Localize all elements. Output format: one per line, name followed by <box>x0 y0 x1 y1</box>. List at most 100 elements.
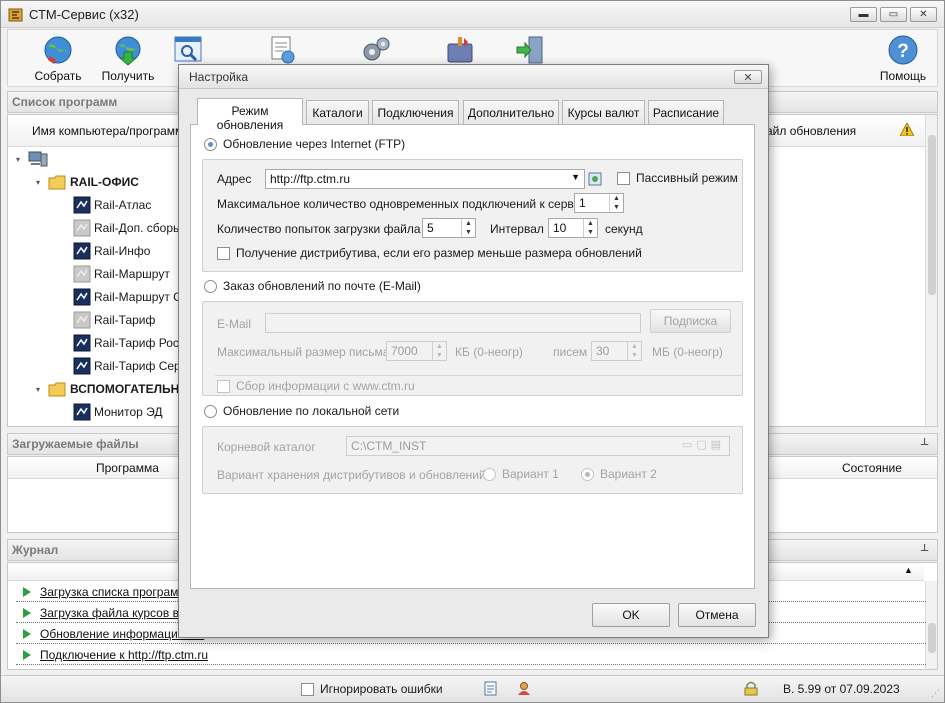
dialog-close-button[interactable]: ✕ <box>734 70 762 84</box>
tree-program[interactable]: Rail-Тариф Росси <box>73 332 192 354</box>
tree-program[interactable]: Rail-Тариф <box>73 309 155 331</box>
address-combo[interactable]: http://ftp.ctm.ru ▼ <box>265 169 585 189</box>
sort-asc-icon[interactable]: ▲ <box>904 565 913 575</box>
tree-program[interactable]: Монитор ЭД <box>73 401 163 423</box>
ignore-errors-check[interactable] <box>301 682 314 696</box>
minimize-button[interactable]: ▬ <box>850 7 877 22</box>
tree-program[interactable]: Rail-Доп. сборы <box>73 217 182 239</box>
variant1-radio[interactable]: Вариант 1 <box>483 467 559 481</box>
letters-count-spin[interactable]: 30 ▲ ▼ <box>591 341 642 361</box>
tab-connections[interactable]: Подключения <box>372 100 459 124</box>
tree-root-node[interactable]: ▾ <box>16 148 48 170</box>
lan-radio[interactable]: Обновление по локальной сети <box>204 404 399 418</box>
email-radio[interactable]: Заказ обновлений по почте (E-Mail) <box>204 279 421 293</box>
receive-button[interactable]: Получить <box>100 34 156 86</box>
max-connections-spin[interactable]: 1 ▲ ▼ <box>574 193 624 213</box>
tree-program[interactable]: Rail-Тариф Серв <box>73 355 187 377</box>
exit-door-icon <box>516 36 543 64</box>
journal-scroll-thumb[interactable] <box>928 623 936 653</box>
interval-spin[interactable]: 10 ▲ ▼ <box>548 218 598 238</box>
programs-scroll-thumb[interactable] <box>928 135 936 295</box>
variant1-radio-button[interactable] <box>483 467 496 481</box>
window-title: СТМ-Сервис (x32) <box>29 7 139 22</box>
ignore-errors-checkbox[interactable]: Игнорировать ошибки <box>301 682 443 696</box>
help-label: Помощь <box>879 69 927 83</box>
folder-browse-icon[interactable]: ▭▢▤ <box>682 438 725 451</box>
attempts-label: Количество попыток загрузки файла <box>217 222 421 236</box>
ftp-radio[interactable]: Обновление через Internet (FTP) <box>204 137 405 151</box>
pin-icon[interactable]: ⊥ <box>920 543 929 554</box>
tree-program[interactable]: Rail-Инфо <box>73 240 150 262</box>
column-computer[interactable]: Имя компьютера/программы/ <box>32 124 195 138</box>
distributive-check[interactable] <box>217 246 230 260</box>
spin-arrows-icon[interactable]: ▲ ▼ <box>627 342 641 360</box>
variant2-label: Вариант 2 <box>600 467 657 481</box>
tab-additional[interactable]: Дополнительно <box>463 100 559 124</box>
journal-row[interactable]: Подключение к http://ftp.ctm.ru <box>16 645 926 665</box>
spin-arrows-icon[interactable]: ▲ ▼ <box>461 219 475 237</box>
address-label: Адрес <box>217 172 252 186</box>
tab-catalogs[interactable]: Каталоги <box>306 100 369 124</box>
collect-info-check[interactable] <box>217 379 230 393</box>
passive-mode-checkbox[interactable]: Пассивный режим <box>617 171 738 185</box>
journal-scrollbar[interactable] <box>925 581 937 669</box>
tab-update-mode[interactable]: Режим обновления <box>197 98 303 132</box>
email-radio-button[interactable] <box>204 279 217 293</box>
tree-program-label: Rail-Доп. сборы <box>94 221 182 235</box>
programs-scrollbar[interactable] <box>925 115 937 426</box>
collapse-arrow-icon[interactable]: ▾ <box>36 385 40 394</box>
maximize-button[interactable]: ▭ <box>880 7 907 22</box>
files-panel-title: Загружаемые файлы <box>12 437 139 451</box>
ftp-radio-button[interactable] <box>204 137 217 151</box>
variant2-radio-button[interactable] <box>581 467 594 481</box>
collapse-arrow-icon[interactable]: ▾ <box>16 155 20 164</box>
help-button[interactable]: ? Помощь <box>878 34 928 86</box>
globe-download-icon <box>115 36 141 66</box>
tree-folder[interactable]: ▾ ВСПОМОГАТЕЛЬНЫ <box>36 378 191 400</box>
subscribe-button[interactable]: Подписка <box>650 309 731 333</box>
program-icon <box>73 288 91 306</box>
collapse-arrow-icon[interactable]: ▾ <box>36 178 40 187</box>
tree-program[interactable]: Rail-Маршрут <box>73 263 170 285</box>
title-bar: СТМ-Сервис (x32) ▬ ▭ ✕ <box>1 1 944 28</box>
cancel-button[interactable]: Отмена <box>678 603 756 627</box>
max-letter-size-value: 7000 <box>391 344 418 358</box>
tree-program[interactable]: Rail-Маршрут Се <box>73 286 188 308</box>
column-update-file[interactable]: айл обновления <box>766 124 856 138</box>
distributive-checkbox[interactable]: Получение дистрибутива, если его размер … <box>217 246 642 260</box>
passive-mode-label: Пассивный режим <box>636 171 738 185</box>
tab-schedule[interactable]: Расписание <box>648 100 724 124</box>
email-label: E-Mail <box>217 317 252 331</box>
max-letter-size-spin[interactable]: 7000 ▲ ▼ <box>386 341 447 361</box>
journal-row-text: Подключение к http://ftp.ctm.ru <box>40 647 209 662</box>
tree-folder-label: RAIL-ОФИС <box>70 175 139 189</box>
user-status-icon[interactable] <box>517 681 532 696</box>
resize-grip-icon[interactable]: ⋰ <box>931 688 940 699</box>
attempts-spin[interactable]: 5 ▲ ▼ <box>422 218 476 238</box>
close-button[interactable]: ✕ <box>910 7 937 22</box>
collect-button[interactable]: Собрать <box>30 34 86 86</box>
email-input[interactable] <box>265 313 641 333</box>
tab-currency-rates[interactable]: Курсы валют <box>562 100 645 124</box>
passive-mode-check[interactable] <box>617 171 630 185</box>
ok-button[interactable]: OK <box>592 603 670 627</box>
collect-label: Собрать <box>34 69 82 83</box>
tree-folder[interactable]: ▾ RAIL-ОФИС <box>36 171 139 193</box>
variant2-radio[interactable]: Вариант 2 <box>581 467 657 481</box>
column-state[interactable]: Состояние <box>842 461 902 475</box>
tree-program[interactable]: Rail-Атлас <box>73 194 151 216</box>
root-catalog-input[interactable]: C:\CTM_INST ▭▢▤ <box>346 436 730 456</box>
spin-arrows-icon[interactable]: ▲ ▼ <box>432 342 446 360</box>
spin-arrows-icon[interactable]: ▲ ▼ <box>609 194 623 212</box>
tree-program-label: Rail-Тариф Серв <box>94 359 188 373</box>
settings-dialog: Настройка ✕ Режим обновления Каталоги По… <box>178 64 769 638</box>
document-status-icon[interactable] <box>484 681 498 696</box>
column-program[interactable]: Программа <box>96 461 159 475</box>
server-browse-icon[interactable] <box>587 170 603 187</box>
collect-info-label: Сбор информации с www.ctm.ru <box>236 379 415 393</box>
pin-icon[interactable]: ⊥ <box>920 437 929 448</box>
lan-radio-button[interactable] <box>204 404 217 418</box>
dropdown-arrow-icon[interactable]: ▼ <box>571 172 580 182</box>
spin-arrows-icon[interactable]: ▲ ▼ <box>583 219 597 237</box>
collect-info-checkbox[interactable]: Сбор информации с www.ctm.ru <box>217 379 415 393</box>
